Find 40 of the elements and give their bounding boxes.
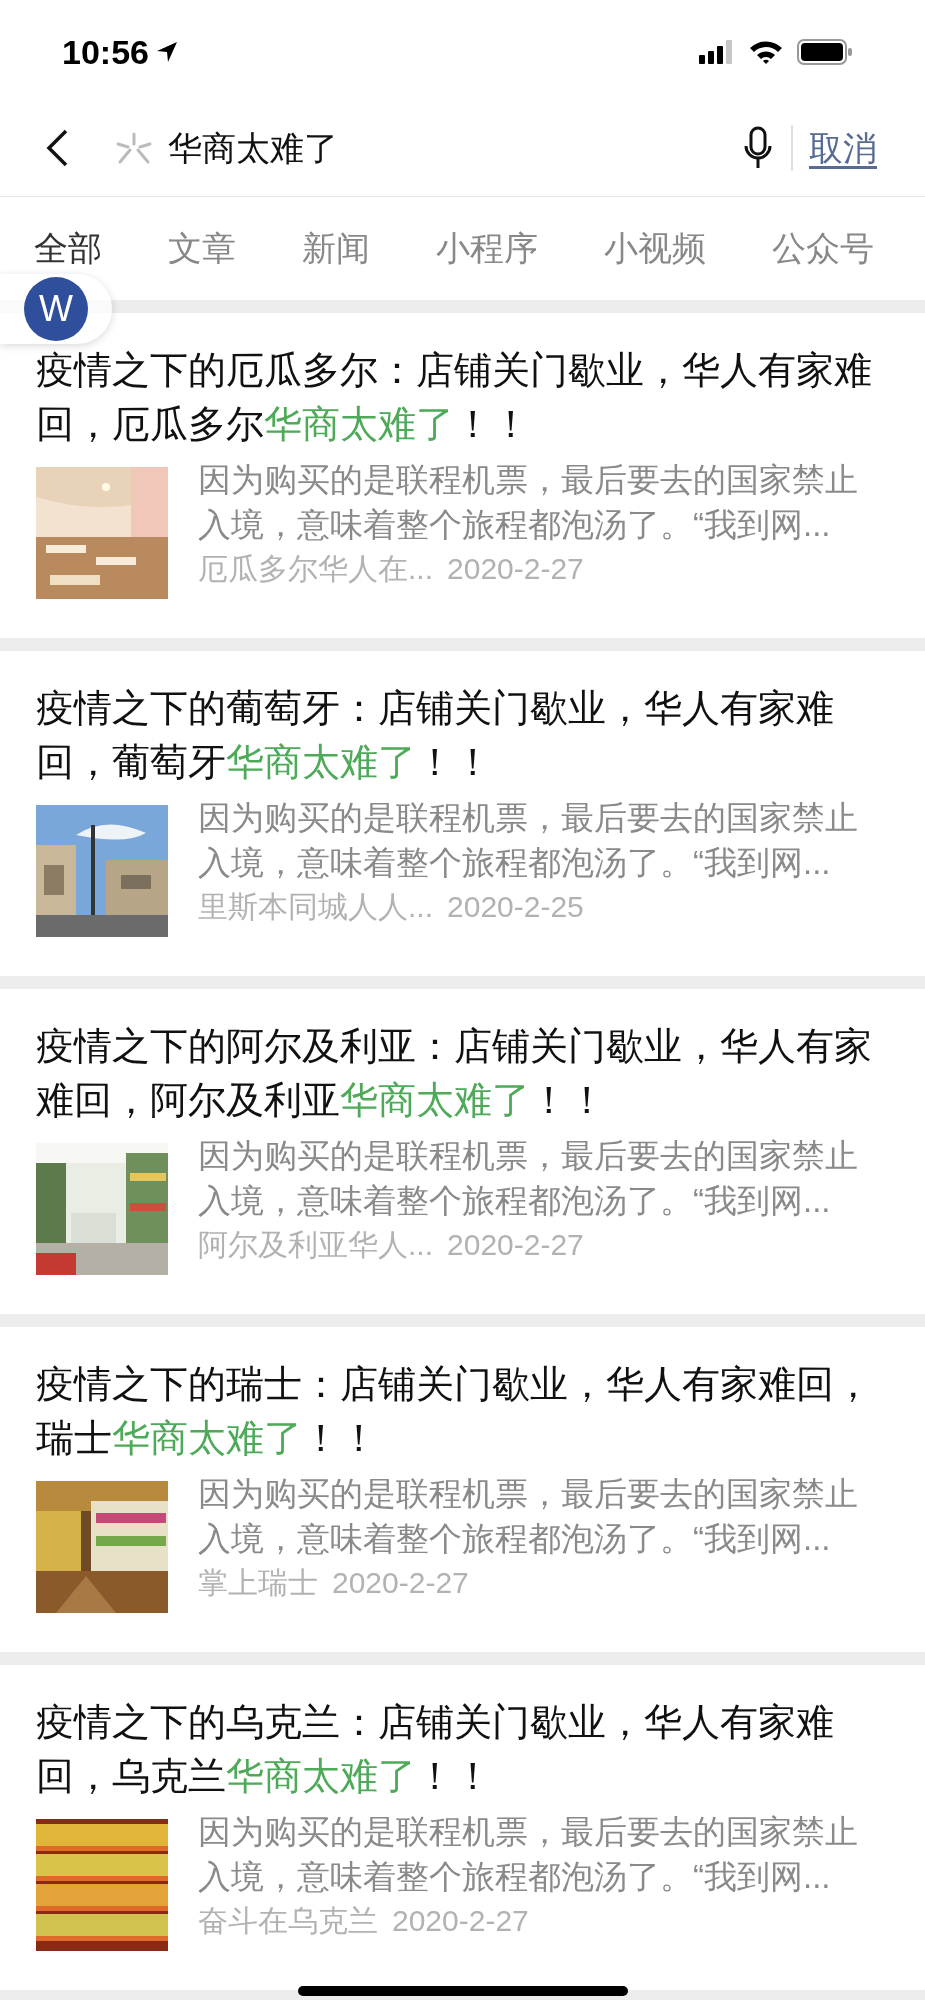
cancel-link[interactable]: 取消	[809, 122, 877, 174]
article-snippet: 因为购买的是联程机票，最后要去的国家禁止入境，意味着整个旅程都泡汤了。“我到网...	[198, 1812, 859, 1897]
tab[interactable]: 小程序	[436, 223, 538, 274]
back-icon[interactable]	[44, 128, 70, 168]
tab[interactable]: 新闻	[302, 223, 370, 274]
article-title[interactable]: 疫情之下的葡萄牙：店铺关门歇业，华人有家难回，葡萄牙华商太难了！！	[36, 681, 898, 789]
publish-date: 2020-2-27	[447, 551, 584, 587]
result-card[interactable]: 疫情之下的阿尔及利亚：店铺关门歇业，华人有家难回，阿尔及利亚华商太难了！！ 因为购买的是联程机票，最后要去的国家禁止入境，意味着整个旅程都泡汤了。“我到网... 阿尔及利亚华人... 2020-2-27	[0, 989, 925, 1314]
article-snippet: 因为购买的是联程机票，最后要去的国家禁止入境，意味着整个旅程都泡汤了。“我到网...	[198, 460, 859, 545]
source-name: 掌上瑞士	[198, 1565, 318, 1601]
source-name: 阿尔及利亚华人...	[198, 1227, 433, 1263]
tab[interactable]: 公众号	[772, 223, 874, 274]
wifi-icon	[749, 40, 783, 64]
article-title[interactable]: 疫情之下的瑞士：店铺关门歇业，华人有家难回，瑞士华商太难了！！	[36, 1357, 898, 1465]
article-snippet: 因为购买的是联程机票，最后要去的国家禁止入境，意味着整个旅程都泡汤了。“我到网...	[198, 1136, 859, 1221]
source-name: 厄瓜多尔华人在...	[198, 551, 433, 587]
article-snippet: 因为购买的是联程机票，最后要去的国家禁止入境，意味着整个旅程都泡汤了。“我到网...	[198, 798, 859, 883]
clock-time: 10:56	[62, 31, 149, 73]
search-query[interactable]: 华商太难了	[168, 122, 743, 174]
publish-date: 2020-2-27	[447, 1227, 584, 1263]
article-snippet: 因为购买的是联程机票，最后要去的国家禁止入境，意味着整个旅程都泡汤了。“我到网...	[198, 1474, 859, 1559]
publish-date: 2020-2-27	[392, 1903, 529, 1939]
article-title[interactable]: 疫情之下的厄瓜多尔：店铺关门歇业，华人有家难回，厄瓜多尔华商太难了！！	[36, 343, 898, 451]
result-card[interactable]: 疫情之下的葡萄牙：店铺关门歇业，华人有家难回，葡萄牙华商太难了！！ 因为购买的是联程机票，最后要去的国家禁止入境，意味着整个旅程都泡汤了。“我到网... 里斯本同城人人... 2020-2-25	[0, 651, 925, 976]
publish-date: 2020-2-25	[447, 889, 584, 925]
result-card[interactable]: 疫情之下的瑞士：店铺关门歇业，华人有家难回，瑞士华商太难了！！ 因为购买的是联程机票，最后要去的国家禁止入境，意味着整个旅程都泡汤了。“我到网... 掌上瑞士 2020-2-27	[0, 1327, 925, 1652]
tab[interactable]: 小视频	[604, 223, 706, 274]
tab[interactable]: 文章	[168, 223, 236, 274]
source-name: 里斯本同城人人...	[198, 889, 433, 925]
article-title[interactable]: 疫情之下的乌克兰：店铺关门歇业，华人有家难回，乌克兰华商太难了！！	[36, 1695, 898, 1803]
tab[interactable]: 全部	[34, 223, 102, 274]
floating-window-panel[interactable]: W	[0, 274, 112, 344]
publish-date: 2020-2-27	[332, 1565, 469, 1601]
avatar-badge[interactable]: W	[24, 277, 88, 341]
signal-icon	[699, 40, 735, 64]
result-card[interactable]: 疫情之下的乌克兰：店铺关门歇业，华人有家难回，乌克兰华商太难了！！ 因为购买的是联程机票，最后要去的国家禁止入境，意味着整个旅程都泡汤了。“我到网... 奋斗在乌克兰 2020-2-27	[0, 1665, 925, 1990]
source-name: 奋斗在乌克兰	[198, 1903, 378, 1939]
microphone-icon[interactable]	[743, 126, 773, 170]
article-title[interactable]: 疫情之下的阿尔及利亚：店铺关门歇业，华人有家难回，阿尔及利亚华商太难了！！	[36, 1019, 898, 1127]
battery-icon	[797, 39, 853, 65]
